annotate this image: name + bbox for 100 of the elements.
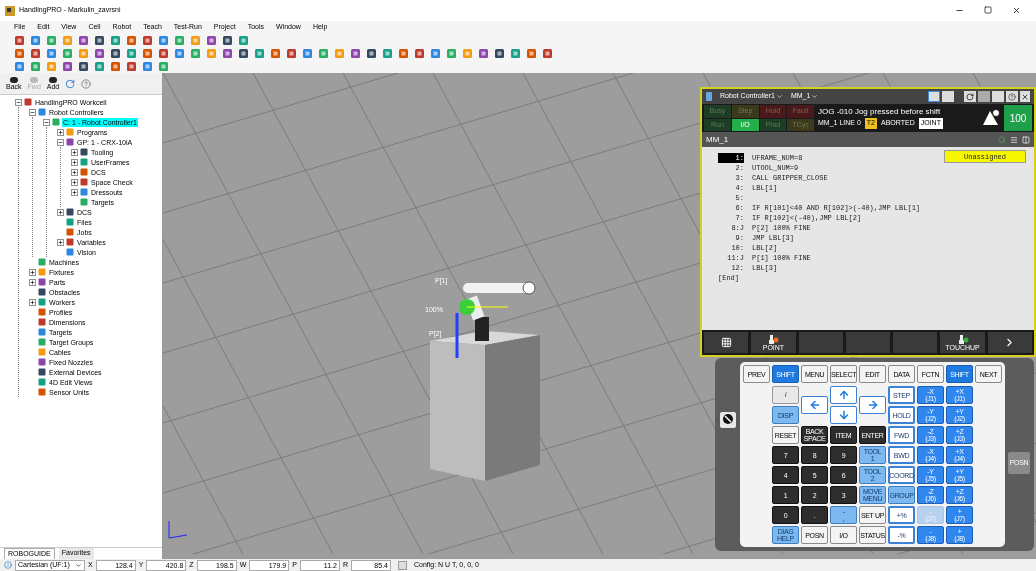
tree-node-icon bbox=[66, 138, 74, 146]
tool-icon[interactable] bbox=[206, 35, 217, 46]
pendant-icon bbox=[706, 92, 712, 101]
help-icon bbox=[1008, 92, 1016, 101]
tool-icon[interactable] bbox=[366, 48, 377, 59]
tree-node-icon bbox=[66, 208, 74, 216]
tool-icon[interactable] bbox=[414, 48, 425, 59]
caret-icon bbox=[811, 93, 819, 100]
tree-node-icon bbox=[38, 328, 46, 336]
tool-icon[interactable] bbox=[286, 48, 297, 59]
tree-node-icon bbox=[38, 298, 46, 306]
expand-toggle[interactable] bbox=[28, 268, 36, 276]
plus-icon bbox=[71, 159, 77, 165]
tree-node-icon bbox=[80, 168, 88, 176]
tool-icon[interactable] bbox=[78, 35, 89, 46]
expand-toggle[interactable] bbox=[56, 238, 64, 246]
warning-info-icon bbox=[982, 109, 1000, 127]
keypad-key[interactable] bbox=[859, 396, 886, 414]
tool-icon[interactable] bbox=[94, 35, 105, 46]
close-button[interactable] bbox=[1020, 91, 1030, 102]
expand-toggle[interactable] bbox=[70, 178, 78, 186]
grid-icon bbox=[720, 337, 732, 348]
tool-icon[interactable] bbox=[126, 61, 137, 72]
expand-toggle[interactable] bbox=[56, 128, 64, 136]
zoom-icon[interactable] bbox=[998, 135, 1006, 144]
tool-icon[interactable] bbox=[270, 48, 281, 59]
tool-icon[interactable] bbox=[526, 48, 537, 59]
tool-icon[interactable] bbox=[238, 48, 249, 59]
tool-icon[interactable] bbox=[126, 35, 137, 46]
help-icon[interactable] bbox=[81, 78, 92, 89]
tree-node-icon bbox=[66, 128, 74, 136]
expand-toggle[interactable] bbox=[70, 168, 78, 176]
minus-icon bbox=[29, 109, 35, 115]
tool-icon[interactable] bbox=[158, 48, 169, 59]
collapse-toggle[interactable] bbox=[14, 98, 22, 106]
collapse-toggle[interactable] bbox=[42, 118, 50, 126]
tree-node-icon bbox=[80, 198, 88, 206]
tool-icon[interactable] bbox=[478, 48, 489, 59]
tool-icon[interactable] bbox=[494, 48, 505, 59]
tool-icon[interactable] bbox=[62, 61, 73, 72]
tree-node-icon bbox=[80, 188, 88, 196]
next-softkey[interactable] bbox=[986, 331, 1033, 354]
refresh-icon bbox=[966, 92, 974, 101]
tool-icon[interactable] bbox=[542, 48, 553, 59]
caret-icon bbox=[75, 561, 82, 569]
single-view-button[interactable] bbox=[928, 91, 940, 102]
keypad-key[interactable] bbox=[801, 396, 828, 414]
keypad-key[interactable]: i bbox=[772, 386, 799, 404]
left-arrow-icon bbox=[808, 399, 821, 411]
expand-toggle[interactable] bbox=[56, 208, 64, 216]
tool-icon[interactable] bbox=[142, 48, 153, 59]
expand-toggle[interactable] bbox=[28, 278, 36, 286]
maximize-icon[interactable] bbox=[984, 6, 992, 14]
tree-node-icon bbox=[38, 348, 46, 356]
split-view-icon[interactable] bbox=[1022, 135, 1030, 144]
expand-toggle[interactable] bbox=[28, 298, 36, 306]
close-icon[interactable] bbox=[1012, 6, 1021, 15]
plus-icon bbox=[29, 279, 35, 285]
tree-node-icon bbox=[38, 368, 46, 376]
tree-node-icon bbox=[38, 308, 46, 316]
tree-node-icon bbox=[38, 378, 46, 386]
refresh-icon[interactable] bbox=[65, 78, 76, 89]
minus-icon bbox=[15, 99, 21, 105]
expand-toggle[interactable] bbox=[70, 158, 78, 166]
keypad-key[interactable] bbox=[830, 406, 857, 424]
tool-icon[interactable] bbox=[142, 35, 153, 46]
app-icon bbox=[5, 5, 15, 16]
plus-icon bbox=[29, 269, 35, 275]
tool-icon[interactable] bbox=[14, 48, 25, 59]
tool-icon[interactable] bbox=[350, 48, 361, 59]
tool-icon[interactable] bbox=[222, 35, 233, 46]
tool-icon[interactable] bbox=[110, 61, 121, 72]
key-switch-icon[interactable] bbox=[720, 412, 736, 428]
tool-icon[interactable] bbox=[94, 48, 105, 59]
config-button[interactable] bbox=[397, 560, 407, 570]
minus-icon bbox=[43, 119, 49, 125]
tool-icon[interactable] bbox=[14, 35, 25, 46]
tool-icon[interactable] bbox=[110, 48, 121, 59]
expand-toggle[interactable] bbox=[70, 148, 78, 156]
menu-icon[interactable] bbox=[1010, 135, 1018, 144]
tool-icon[interactable] bbox=[78, 61, 89, 72]
tree-node-icon bbox=[66, 218, 74, 226]
plus-icon bbox=[71, 179, 77, 185]
tool-icon[interactable] bbox=[398, 48, 409, 59]
tree-node-icon bbox=[80, 178, 88, 186]
collapse-toggle[interactable] bbox=[28, 108, 36, 116]
screen-title: MM_1 bbox=[706, 133, 729, 146]
refresh-button[interactable] bbox=[964, 91, 976, 102]
tree-node-icon bbox=[38, 258, 46, 266]
tree-node-icon bbox=[38, 318, 46, 326]
keypad-key[interactable] bbox=[830, 386, 857, 404]
tree-node-icon bbox=[38, 288, 46, 296]
robot-arm-drawing[interactable] bbox=[455, 281, 536, 358]
collapse-toggle[interactable] bbox=[56, 138, 64, 146]
tool-icon[interactable] bbox=[222, 48, 233, 59]
plus-icon bbox=[57, 209, 63, 215]
menu-softkey[interactable] bbox=[703, 331, 750, 354]
expand-toggle[interactable] bbox=[70, 188, 78, 196]
tree-node-icon bbox=[38, 388, 46, 396]
tool-icon[interactable] bbox=[30, 48, 41, 59]
